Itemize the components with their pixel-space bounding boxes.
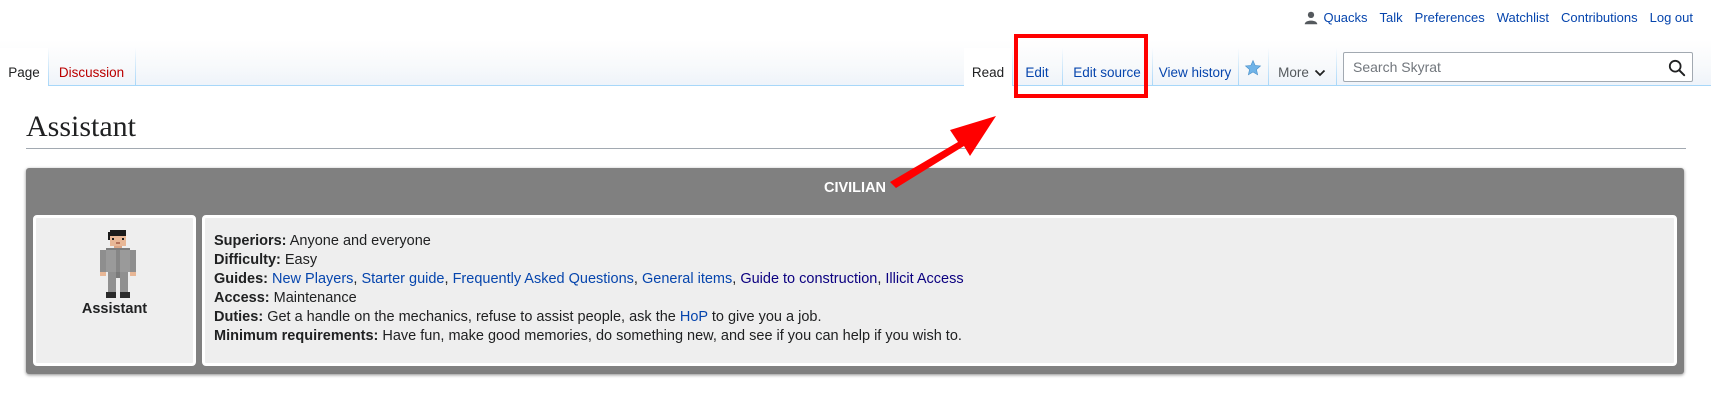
access-value: Maintenance <box>273 290 357 306</box>
access-label: Access: <box>214 290 270 306</box>
tab-page[interactable]: Page <box>0 48 48 86</box>
hop-link[interactable]: HoP <box>680 309 708 325</box>
tab-separator <box>135 48 136 86</box>
tab-edit[interactable]: Edit <box>1012 48 1062 86</box>
superiors-label: Superiors: <box>214 233 287 249</box>
guide-separator: , <box>633 271 642 287</box>
tab-edit-source[interactable]: Edit source <box>1062 48 1152 86</box>
tab-discussion-label: Discussion <box>58 65 125 80</box>
talk-link[interactable]: Talk <box>1380 10 1403 25</box>
magnifier-icon <box>1668 59 1686 77</box>
logout-link[interactable]: Log out <box>1650 10 1693 25</box>
infobox-department: CIVILIAN <box>823 180 887 196</box>
guides-row: Guides: New Players, Starter guide, Freq… <box>214 270 1674 289</box>
guide-link-construction[interactable]: Guide to construction <box>740 271 877 287</box>
tab-read[interactable]: Read <box>964 48 1012 86</box>
guide-link-general-items[interactable]: General items <box>642 271 732 287</box>
more-menu[interactable]: More <box>1268 48 1336 86</box>
search-input[interactable] <box>1351 57 1651 77</box>
duties-label: Duties: <box>214 309 264 325</box>
job-details: Superiors: Anyone and everyone Difficult… <box>202 215 1677 366</box>
tab-discussion[interactable]: Discussion <box>48 48 135 86</box>
tab-page-label: Page <box>8 65 40 80</box>
difficulty-label: Difficulty: <box>214 252 281 268</box>
min-requirements-row: Minimum requirements: Have fun, make goo… <box>214 327 1674 346</box>
guide-link-new-players[interactable]: New Players <box>272 271 353 287</box>
guides-label: Guides: <box>214 271 268 287</box>
job-infobox: CIVILIAN Assistant Superiors: Anyone and… <box>26 168 1684 374</box>
preferences-link[interactable]: Preferences <box>1415 10 1485 25</box>
username-link[interactable]: Quacks <box>1323 10 1367 25</box>
guide-separator: , <box>444 271 453 287</box>
watchlist-link[interactable]: Watchlist <box>1497 10 1549 25</box>
user-icon <box>1305 11 1318 24</box>
superiors-value: Anyone and everyone <box>289 233 431 249</box>
duties-text-after: to give you a job. <box>707 309 822 325</box>
guide-link-illicit-access[interactable]: Illicit Access <box>885 271 963 287</box>
tab-view-history[interactable]: View history <box>1152 48 1238 86</box>
tab-view-history-label: View history <box>1158 65 1232 80</box>
tab-edit-label: Edit <box>1025 65 1049 80</box>
access-row: Access: Maintenance <box>214 289 1674 308</box>
contributions-link[interactable]: Contributions <box>1561 10 1638 25</box>
min-requirements-value: Have fun, make good memories, do somethi… <box>382 328 962 344</box>
page-title: Assistant <box>26 108 1686 149</box>
guide-link-faq[interactable]: Frequently Asked Questions <box>453 271 634 287</box>
user-menu: Quacks <box>1304 10 1368 25</box>
header-divider <box>0 85 1711 86</box>
search-button[interactable] <box>1666 57 1688 79</box>
tab-read-label: Read <box>971 65 1005 80</box>
tab-edit-source-label: Edit source <box>1073 65 1141 80</box>
duties-row: Duties: Get a handle on the mechanics, r… <box>214 308 1674 327</box>
chevron-down-icon <box>1314 69 1326 77</box>
portrait-cell: Assistant <box>33 215 196 366</box>
duties-text-before: Get a handle on the mechanics, refuse to… <box>267 309 680 325</box>
personal-tools: Quacks Talk Preferences Watchlist Contri… <box>1304 10 1693 25</box>
assistant-sprite-icon <box>100 230 136 298</box>
more-menu-label: More <box>1278 65 1309 80</box>
min-requirements-label: Minimum requirements: <box>214 328 379 344</box>
difficulty-value: Easy <box>284 252 318 268</box>
star-icon <box>1244 59 1262 76</box>
tab-separator <box>1336 48 1337 86</box>
guide-link-starter-guide[interactable]: Starter guide <box>361 271 444 287</box>
superiors-row: Superiors: Anyone and everyone <box>214 232 1674 251</box>
job-name: Assistant <box>81 301 148 317</box>
difficulty-row: Difficulty: Easy <box>214 251 1674 270</box>
watch-button[interactable] <box>1238 48 1268 86</box>
search-box <box>1343 52 1693 82</box>
